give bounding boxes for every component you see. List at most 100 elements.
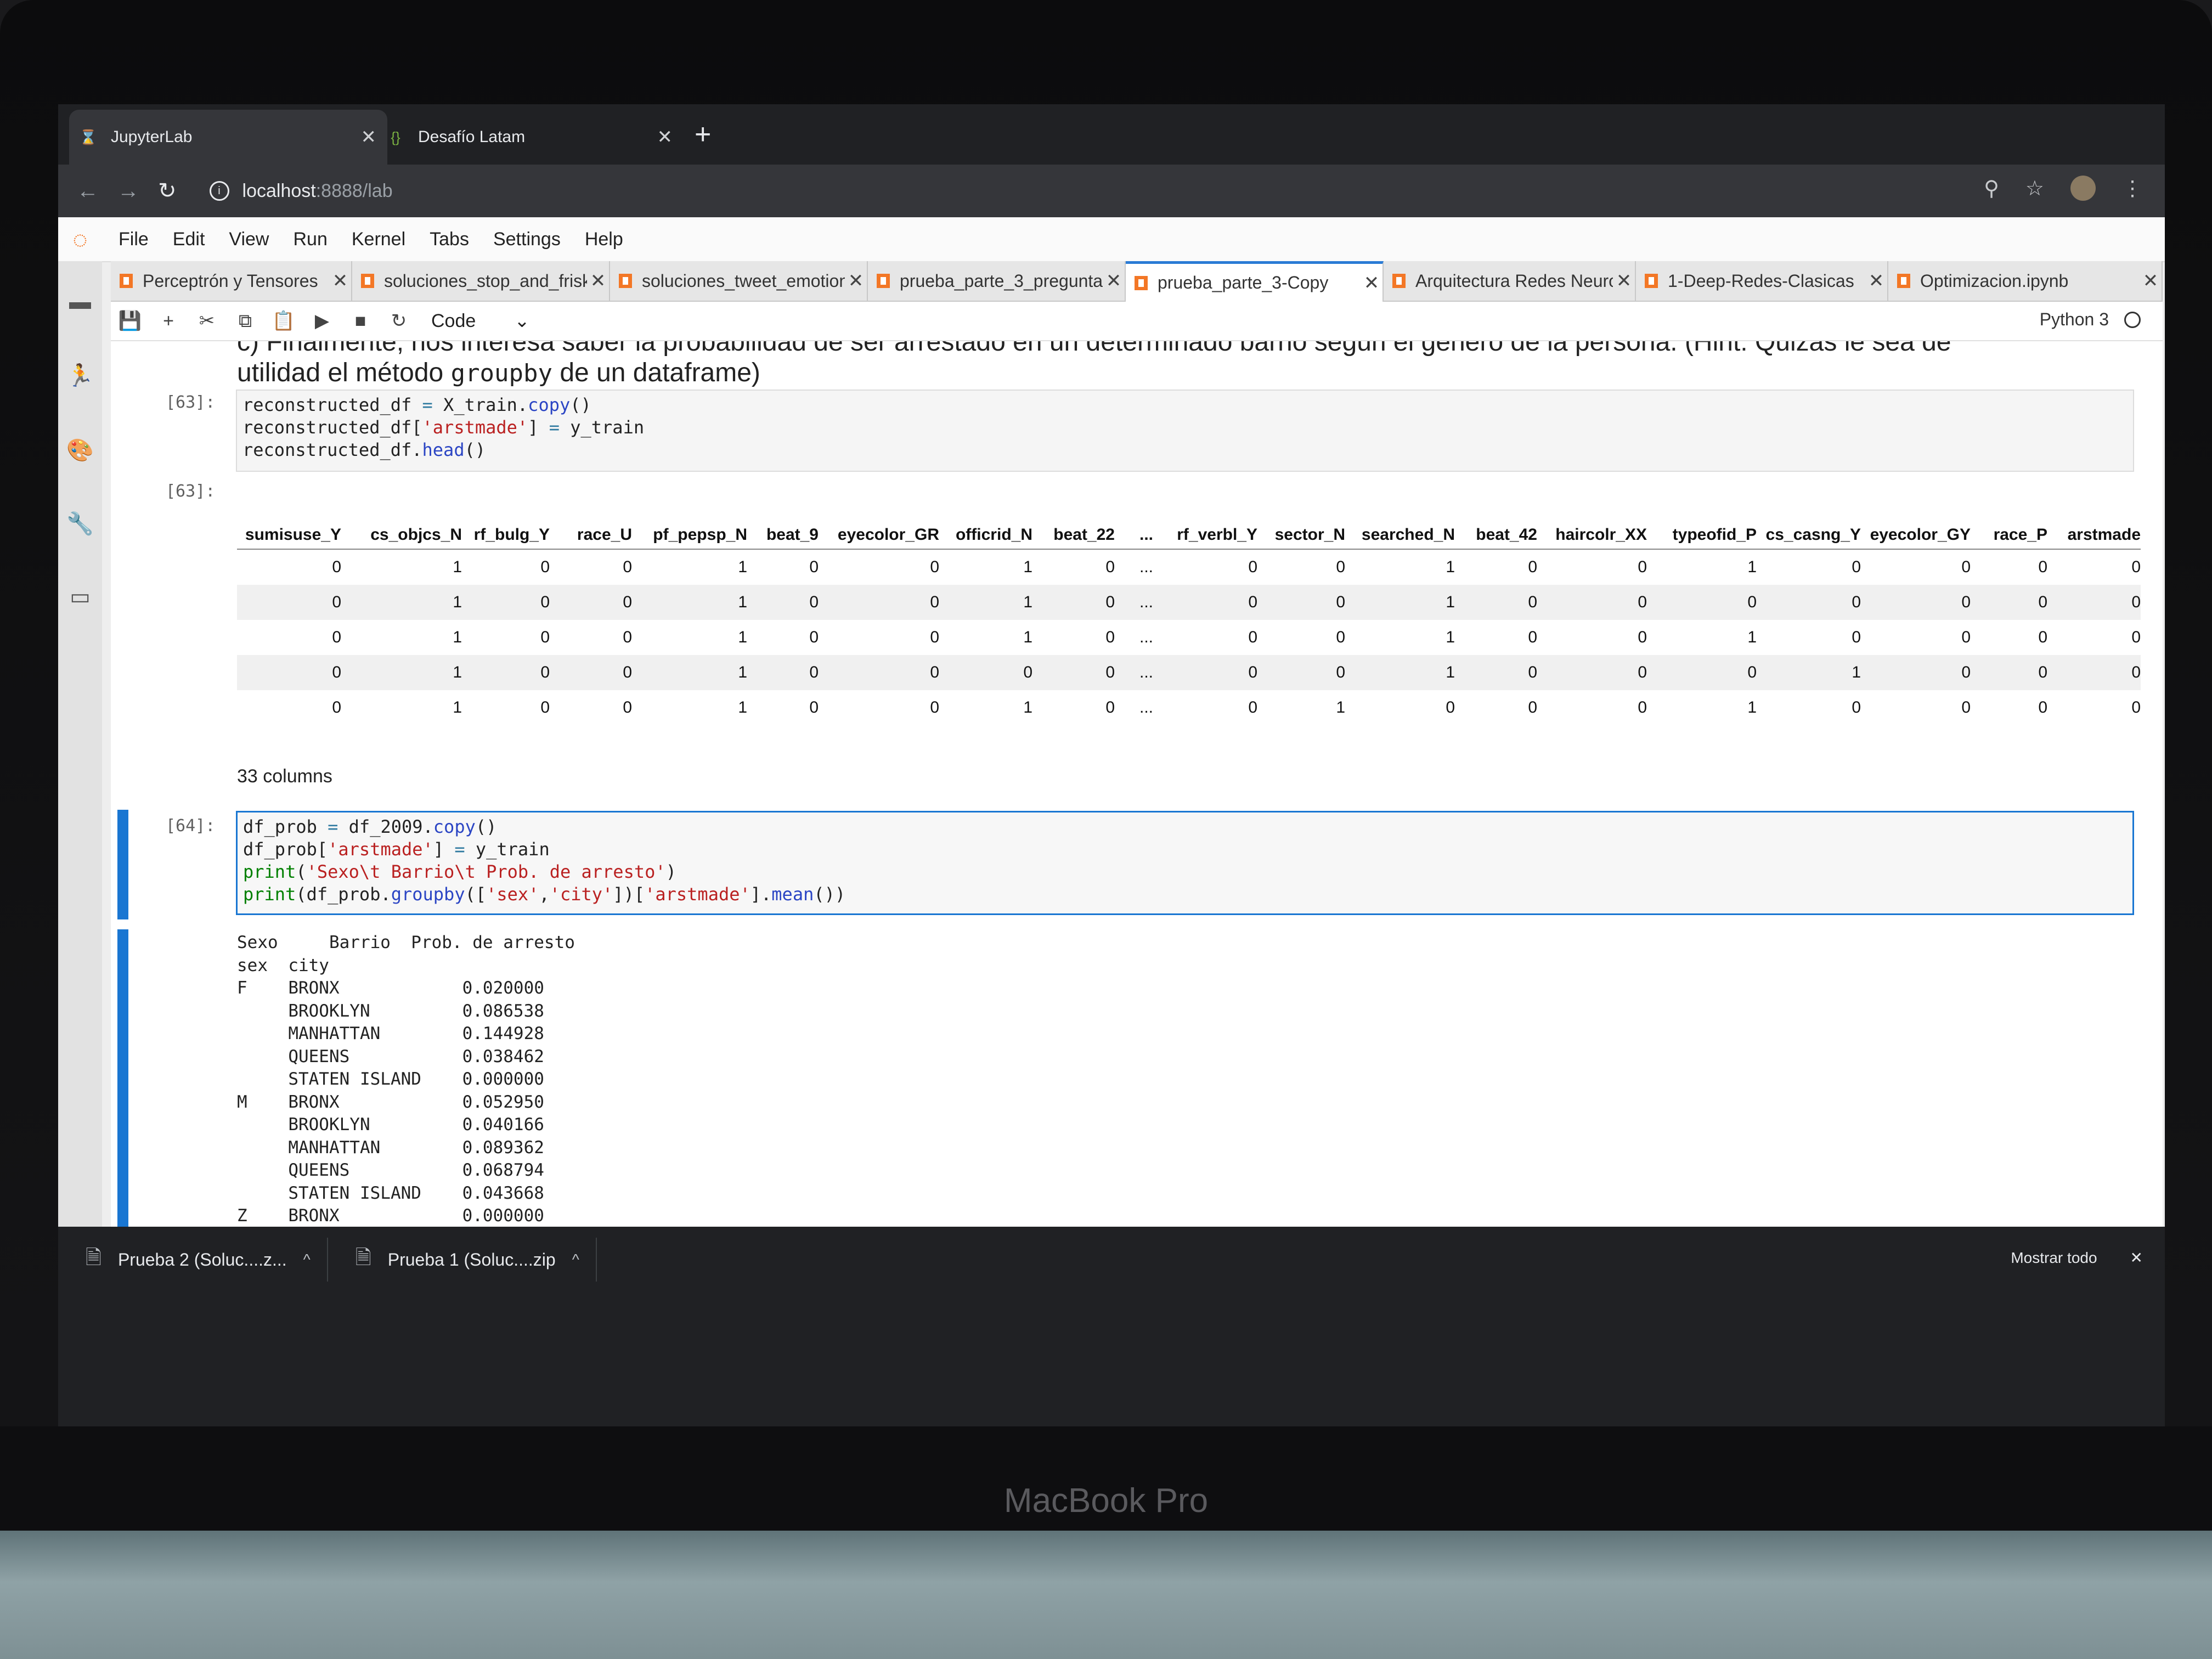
table-cell: 1 bbox=[341, 585, 462, 620]
running-icon[interactable]: 🏃 bbox=[66, 363, 94, 388]
device-brand: MacBook Pro bbox=[1003, 1482, 1209, 1520]
doc-tab[interactable]: soluciones_tweet_emotion ✕ bbox=[610, 261, 868, 301]
url-field[interactable]: i localhost:8888/lab bbox=[209, 180, 393, 202]
table-cell: 0 bbox=[1032, 655, 1115, 690]
paste-icon[interactable]: 📋 bbox=[264, 310, 303, 332]
cell-type-select[interactable]: Code ⌄ bbox=[431, 310, 530, 332]
close-icon[interactable]: ✕ bbox=[1361, 272, 1383, 294]
more-menu-icon[interactable]: ⋮ bbox=[2122, 176, 2143, 201]
table-cell: ... bbox=[1139, 628, 1153, 646]
doc-tab[interactable]: Optimizacion.ipynb ✕ bbox=[1888, 261, 2163, 301]
zoom-icon[interactable]: ⚲ bbox=[1984, 176, 1999, 201]
run-icon[interactable]: ▶ bbox=[303, 310, 341, 332]
table-cell: 0 bbox=[930, 628, 939, 646]
cell-output: Sexo Barrio Prob. de arresto sex city F … bbox=[237, 933, 575, 1226]
close-icon[interactable]: ✕ bbox=[2140, 270, 2162, 292]
code-cell-63[interactable]: reconstructed_df = X_train.copy() recons… bbox=[236, 390, 2134, 472]
add-cell-icon[interactable]: + bbox=[149, 311, 188, 332]
table-row: 0 1 0 0 1 0 0 1 0... 0 1 0 0 0 1 0 0 0 0 bbox=[237, 690, 2141, 725]
show-all-button[interactable]: Mostrar todo bbox=[2011, 1249, 2097, 1267]
output-collapser[interactable] bbox=[117, 929, 128, 1227]
browser-tab-desafio[interactable]: {} Desafío Latam ✕ bbox=[376, 110, 684, 165]
doc-tab[interactable]: Perceptrón y Tensores ✕ bbox=[111, 261, 352, 301]
tabs-icon[interactable]: ▭ bbox=[68, 585, 92, 609]
restart-icon[interactable]: ↻ bbox=[380, 310, 418, 332]
menu-help[interactable]: Help bbox=[585, 229, 623, 250]
back-arrow-icon[interactable]: ← bbox=[77, 179, 99, 204]
download-item[interactable]: 🗎 Prueba 1 (Soluc....zip ^ bbox=[356, 1243, 579, 1277]
menu-file[interactable]: File bbox=[119, 229, 149, 250]
url-path: :8888/lab bbox=[315, 180, 393, 201]
table-cell: 0 bbox=[2038, 558, 2047, 576]
column-header: cs_objcs_N bbox=[341, 521, 462, 550]
download-item[interactable]: 🗎 Prueba 2 (Soluc....z... ^ bbox=[86, 1243, 311, 1277]
markdown-cell[interactable]: c) Finalmente, nos interesa saber la pro… bbox=[237, 341, 1951, 389]
reload-icon[interactable]: ↻ bbox=[158, 178, 177, 204]
notebook-panel: c) Finalmente, nos interesa saber la pro… bbox=[111, 341, 2163, 1227]
doc-tab-active[interactable]: prueba_parte_3-Copy ✕ bbox=[1126, 261, 1384, 302]
browser-tab-jupyterlab[interactable]: ⌛ JupyterLab ✕ bbox=[69, 110, 387, 165]
avatar[interactable] bbox=[2070, 176, 2096, 201]
table-cell: 0 bbox=[540, 698, 550, 716]
menu-tabs[interactable]: Tabs bbox=[430, 229, 469, 250]
dataframe-table: sumisuse_Y cs_objcs_N rf_bulg_Y race_U pf_pe… bbox=[237, 521, 2141, 725]
palette-icon[interactable]: 🎨 bbox=[66, 438, 94, 462]
kernel-status[interactable]: Python 3 bbox=[2040, 309, 2141, 330]
downloads-bar: 🗎 Prueba 2 (Soluc....z... ^ 🗎 Prueba 1 (… bbox=[58, 1227, 2165, 1293]
jupyter-icon: ⌛ bbox=[79, 128, 98, 145]
doc-tab-label: Arquitectura Redes Neuronales bbox=[1415, 270, 1613, 291]
menu-view[interactable]: View bbox=[229, 229, 269, 250]
close-icon[interactable]: ✕ bbox=[1103, 270, 1125, 292]
doc-tab[interactable]: prueba_parte_3_pregunta ✕ bbox=[868, 261, 1126, 301]
close-icon[interactable]: ✕ bbox=[329, 270, 351, 292]
wrench-icon[interactable]: 🔧 bbox=[66, 511, 94, 536]
column-header: beat_42 bbox=[1455, 521, 1537, 550]
input-collapser[interactable] bbox=[117, 810, 128, 919]
menu-run[interactable]: Run bbox=[293, 229, 327, 250]
table-cell: 0 bbox=[1757, 585, 1861, 620]
close-icon[interactable]: ✕ bbox=[587, 270, 609, 292]
cut-icon[interactable]: ✂ bbox=[188, 310, 226, 332]
bookmark-star-icon[interactable]: ☆ bbox=[2025, 176, 2044, 201]
close-icon[interactable]: ✕ bbox=[1865, 270, 1887, 292]
forward-arrow-icon[interactable]: → bbox=[117, 179, 139, 204]
menu-settings[interactable]: Settings bbox=[493, 229, 561, 250]
new-tab-button[interactable]: + bbox=[695, 118, 711, 151]
table-cell: 0 bbox=[332, 558, 341, 576]
table-cell: 0 bbox=[1537, 585, 1647, 620]
screen: ⌛ JupyterLab ✕ {} Desafío Latam ✕ + ← → … bbox=[58, 104, 2165, 1426]
table-cell: ... bbox=[1115, 585, 1153, 620]
code-cell-64[interactable]: df_prob = df_2009.copy() df_prob['arstma… bbox=[236, 811, 2134, 915]
save-icon[interactable]: 💾 bbox=[111, 310, 149, 332]
column-header: sumisuse_Y bbox=[237, 521, 341, 550]
close-icon[interactable]: ✕ bbox=[845, 270, 867, 292]
column-header: sector_N bbox=[1257, 521, 1345, 550]
menu-kernel[interactable]: Kernel bbox=[352, 229, 405, 250]
doc-tab[interactable]: soluciones_stop_and_frisk ✕ bbox=[352, 261, 610, 301]
output-prompt: [63]: bbox=[166, 482, 216, 501]
table-cell: 0 bbox=[819, 655, 939, 690]
table-cell: 1 bbox=[1345, 655, 1455, 690]
folder-icon[interactable]: ▬ bbox=[68, 290, 92, 314]
table-cell: 0 bbox=[1248, 698, 1257, 716]
info-icon[interactable]: i bbox=[209, 181, 229, 201]
table-cell: 1 bbox=[1747, 558, 1757, 576]
stop-icon[interactable]: ■ bbox=[341, 311, 380, 332]
doc-tab[interactable]: 1-Deep-Redes-Clasicas ✕ bbox=[1636, 261, 1888, 301]
chevron-up-icon[interactable]: ^ bbox=[303, 1251, 311, 1268]
menu-edit[interactable]: Edit bbox=[173, 229, 205, 250]
close-icon[interactable]: ✕ bbox=[361, 126, 377, 148]
table-cell: 0 bbox=[623, 628, 632, 646]
column-header: race_P bbox=[1971, 521, 2047, 550]
doc-tab[interactable]: Arquitectura Redes Neuronales✕ bbox=[1384, 261, 1636, 301]
table-cell: 0 bbox=[462, 655, 550, 690]
chevron-up-icon[interactable]: ^ bbox=[572, 1251, 579, 1268]
table-row: 0 1 0 0 1 0 0 1 0... 0 0 1 0 0 0 0 0 0 0 bbox=[237, 585, 2141, 620]
table-cell: 0 bbox=[1528, 698, 1537, 716]
table-cell: 0 bbox=[1961, 558, 1971, 576]
close-icon[interactable]: ✕ bbox=[1613, 270, 1635, 292]
copy-icon[interactable]: ⧉ bbox=[226, 311, 264, 332]
close-icon[interactable]: ✕ bbox=[2130, 1249, 2143, 1267]
table-row: 0 1 0 0 1 0 0 1 0... 0 0 1 0 0 1 0 0 0 0 bbox=[237, 549, 2141, 585]
close-icon[interactable]: ✕ bbox=[657, 126, 673, 148]
